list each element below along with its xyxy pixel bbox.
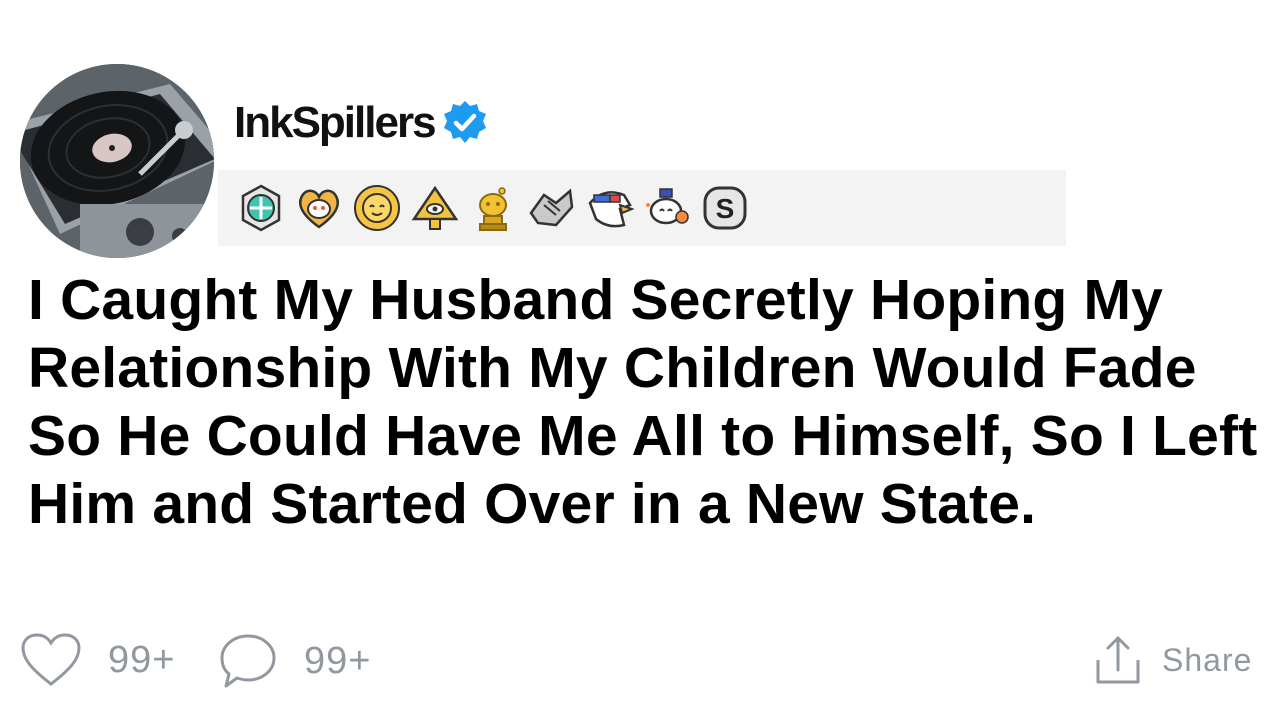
- share-upload-icon: [1096, 636, 1140, 684]
- awards-bar: S: [218, 170, 1066, 246]
- gem-award-icon[interactable]: [236, 183, 286, 233]
- comment-button[interactable]: 99+: [218, 632, 371, 690]
- like-count: 99+: [108, 638, 176, 681]
- sun-award-icon[interactable]: [352, 183, 402, 233]
- handshake-award-icon[interactable]: [526, 183, 576, 233]
- record-player-icon: [20, 64, 214, 258]
- username[interactable]: InkSpillers: [234, 98, 437, 148]
- heart-icon: [21, 633, 81, 686]
- verified-badge-icon: [441, 99, 489, 147]
- pyramid-eye-award-icon[interactable]: [410, 183, 460, 233]
- share-button[interactable]: Share: [1094, 634, 1252, 686]
- silver-s-award-icon[interactable]: S: [700, 183, 750, 233]
- eagle-award-icon[interactable]: [584, 183, 634, 233]
- like-button[interactable]: 99+: [20, 632, 175, 688]
- author-row: InkSpillers: [234, 96, 489, 150]
- gold-snoo-trophy-award-icon[interactable]: [468, 183, 518, 233]
- comment-bubble-icon: [220, 634, 276, 688]
- action-bar: 99+ 99+ Share: [0, 626, 1280, 696]
- share-label: Share: [1162, 641, 1253, 678]
- svg-text:S: S: [716, 193, 735, 224]
- comment-count: 99+: [304, 639, 372, 682]
- heart-snoo-award-icon[interactable]: [294, 183, 344, 233]
- post-title[interactable]: I Caught My Husband Secretly Hoping My R…: [28, 266, 1258, 538]
- avatar[interactable]: [20, 64, 214, 258]
- snoo-party-award-icon[interactable]: [642, 183, 692, 233]
